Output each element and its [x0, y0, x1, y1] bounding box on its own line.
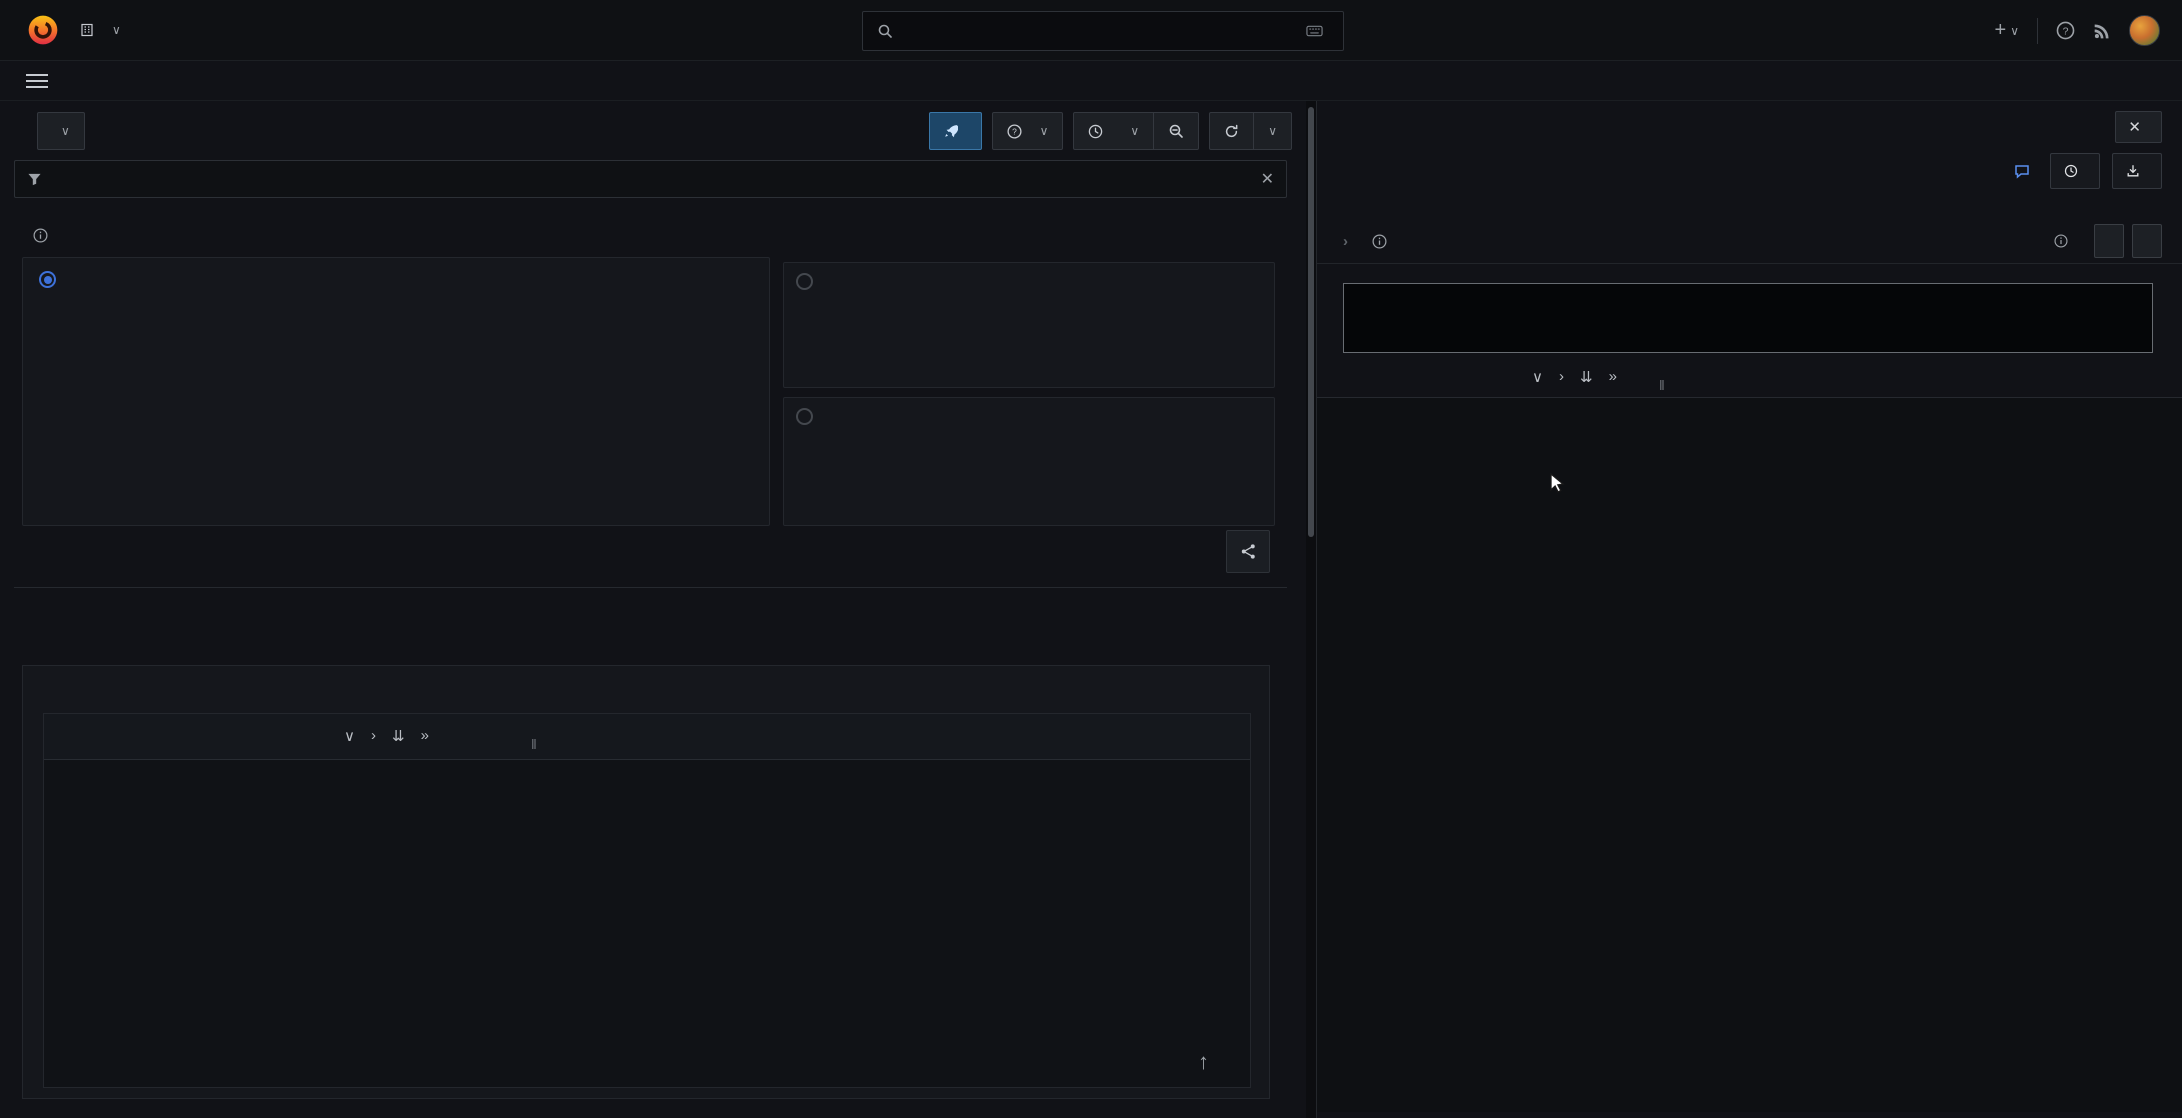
chevron-down-icon: ∨: [61, 124, 70, 138]
breadcrumb-bar: [0, 61, 2182, 101]
keyboard-icon: [1306, 25, 1323, 37]
collapse-one-icon[interactable]: ∨: [344, 727, 355, 745]
close-button[interactable]: ✕: [2115, 111, 2162, 143]
trace-minimap[interactable]: [1343, 283, 2153, 353]
need-help-button[interactable]: ? ∨: [992, 112, 1064, 150]
collapse-all-icon[interactable]: ⇊: [392, 727, 405, 745]
span-filters-toggle[interactable]: ›: [1343, 233, 1387, 250]
info-circle-icon: [1372, 234, 1387, 249]
news-button[interactable]: [2093, 22, 2111, 40]
duration-heatmap[interactable]: [874, 406, 1259, 506]
errors-rate-panel: [22, 257, 770, 526]
chevron-right-icon: ›: [1343, 233, 1348, 250]
comment-icon: [2014, 163, 2030, 179]
chevron-down-icon: ∨: [112, 23, 121, 37]
info-circle-icon: [2054, 234, 2068, 248]
scroll-to-top-button[interactable]: ↑: [1198, 1049, 1209, 1075]
filter-icon: [27, 172, 42, 187]
divider: [2037, 18, 2038, 44]
trace-span-tree: [1317, 398, 2182, 1112]
trace-id-button[interactable]: [2050, 153, 2100, 189]
expand-all-icon[interactable]: »: [421, 727, 429, 745]
structure-panel: ∨ › ⇊ » ‖: [22, 665, 1270, 1099]
expand-all-icon[interactable]: »: [1609, 368, 1617, 386]
prev-button[interactable]: [2094, 224, 2124, 258]
search-input[interactable]: [862, 11, 1344, 51]
trace-tree-header: ∨ › ⇊ » ‖: [1317, 357, 2182, 398]
org-icon: [80, 23, 94, 37]
rate-radio[interactable]: [796, 273, 813, 290]
menu-icon[interactable]: [26, 74, 48, 88]
chevron-right-icon[interactable]: ›: [1559, 368, 1564, 386]
duration-panel: [783, 397, 1275, 526]
clock-icon: [2064, 164, 2078, 178]
share-icon: [1240, 543, 1257, 560]
tabs-divider: [14, 587, 1287, 588]
query-toolbar: ∨ ? ∨: [25, 111, 1292, 151]
structure-table: ∨ › ⇊ » ‖: [43, 713, 1251, 1088]
trace-filter-bar: ✕: [14, 160, 1287, 198]
next-button[interactable]: [2132, 224, 2162, 258]
org-switcher[interactable]: ∨: [80, 23, 121, 37]
datasource-picker[interactable]: ∨: [37, 112, 85, 150]
trace-drawer: ✕: [1316, 101, 2182, 1118]
refresh-icon: [1224, 124, 1239, 139]
question-circle-icon: ?: [1007, 124, 1022, 139]
structure-rows: [44, 760, 1250, 1090]
search-icon: [877, 23, 893, 39]
avatar[interactable]: [2129, 15, 2160, 46]
clock-icon: [1088, 124, 1103, 139]
grafana-logo[interactable]: [26, 13, 60, 47]
errors-chart[interactable]: [108, 353, 758, 493]
structure-table-header: ∨ › ⇊ » ‖: [44, 714, 1250, 760]
top-nav-actions: +∨ ?: [1995, 0, 2160, 61]
pane-scrollbar[interactable]: [1306, 101, 1316, 1118]
explore-pane: ∨ ? ∨: [0, 101, 1306, 1118]
refresh-interval-dropdown[interactable]: ∨: [1254, 112, 1292, 150]
column-resize-handle[interactable]: ‖: [531, 736, 538, 752]
rate-chart[interactable]: [874, 293, 1259, 359]
time-range-picker[interactable]: ∨: [1073, 112, 1154, 150]
collapse-all-icon[interactable]: ⇊: [1580, 368, 1593, 386]
svg-text:?: ?: [2063, 25, 2069, 37]
main-content: ∨ ? ∨: [0, 101, 2182, 1118]
chevron-down-icon: ∨: [2010, 24, 2019, 38]
share-button[interactable]: [1226, 530, 1270, 573]
metric-type-label: [25, 228, 48, 243]
column-resize-handle[interactable]: ‖: [1659, 377, 1666, 393]
svg-text:?: ?: [1012, 126, 1017, 136]
clear-filters-icon[interactable]: ✕: [1261, 169, 1274, 189]
tabs: [34, 541, 1270, 587]
info-circle-icon[interactable]: [33, 228, 48, 243]
errors-rate-radio[interactable]: [39, 271, 56, 288]
zoom-out-button[interactable]: [1154, 112, 1199, 150]
scrollbar-thumb[interactable]: [1308, 107, 1314, 537]
export-button[interactable]: [2112, 153, 2162, 189]
span-count: [2045, 234, 2068, 248]
close-icon: ✕: [2128, 118, 2141, 136]
zoom-out-icon: [1168, 123, 1184, 139]
keyboard-shortcut: [1306, 25, 1329, 37]
add-button[interactable]: +∨: [1995, 19, 2019, 42]
chevron-down-icon[interactable]: ∨: [1532, 368, 1543, 386]
rate-panel: [783, 262, 1275, 388]
refresh-button[interactable]: [1209, 112, 1254, 150]
divider: [1317, 263, 2182, 264]
rocket-icon: [944, 124, 958, 138]
minimap-axis: [1343, 267, 2153, 281]
top-nav: ∨ +∨ ?: [0, 0, 2182, 61]
preview-button[interactable]: [929, 112, 982, 150]
help-button[interactable]: ?: [2056, 21, 2075, 40]
chevron-down-icon: ∨: [1130, 124, 1139, 138]
give-feedback-link[interactable]: [2014, 163, 2038, 179]
duration-radio[interactable]: [796, 408, 813, 425]
export-icon: [2126, 164, 2140, 178]
expand-one-icon[interactable]: ›: [371, 727, 376, 745]
chevron-down-icon: ∨: [1040, 124, 1049, 138]
